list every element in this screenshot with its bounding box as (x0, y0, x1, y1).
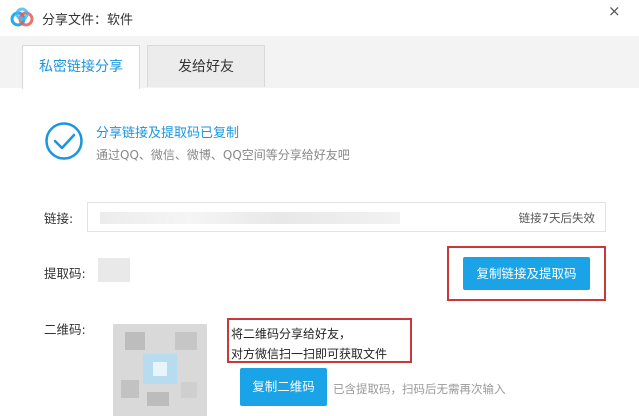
close-icon[interactable]: × (608, 4, 621, 19)
window-title: 分享文件：软件 (42, 13, 134, 28)
qr-note-line-2: 对方微信扫一扫即可获取文件 (231, 347, 388, 361)
link-field[interactable]: 链接7天后失效 (87, 202, 606, 232)
qr-hint-text: 已含提取码，扫码后无需再次输入 (333, 382, 506, 396)
title-bar: 分享文件：软件 × (0, 0, 639, 36)
success-subtitle: 通过QQ、微信、微博、QQ空间等分享给好友吧 (96, 148, 350, 162)
code-label: 提取码: (44, 266, 86, 281)
baidu-netdisk-logo-icon (10, 7, 34, 27)
tab-private-link[interactable]: 私密链接分享 (22, 45, 140, 89)
copy-link-and-code-button[interactable]: 复制链接及提取码 (463, 257, 590, 290)
blurred-extract-code (98, 258, 130, 282)
qr-label: 二维码: (44, 322, 86, 337)
tab-send-to-friend[interactable]: 发给好友 (147, 45, 265, 87)
tab-bar: 私密链接分享 发给好友 (0, 36, 639, 89)
blurred-link-url (100, 212, 400, 224)
link-label: 链接: (44, 211, 74, 226)
qr-note-line-1: 将二维码分享给好友， (231, 327, 352, 341)
qr-share-note: 将二维码分享给好友， 对方微信扫一扫即可获取文件 (231, 324, 387, 364)
success-title: 分享链接及提取码已复制 (96, 126, 240, 141)
blurred-qr-code (113, 324, 207, 416)
link-expiry-text: 链接7天后失效 (518, 211, 595, 225)
checkmark-circle-icon (45, 122, 83, 160)
copy-qr-button[interactable]: 复制二维码 (240, 368, 327, 406)
